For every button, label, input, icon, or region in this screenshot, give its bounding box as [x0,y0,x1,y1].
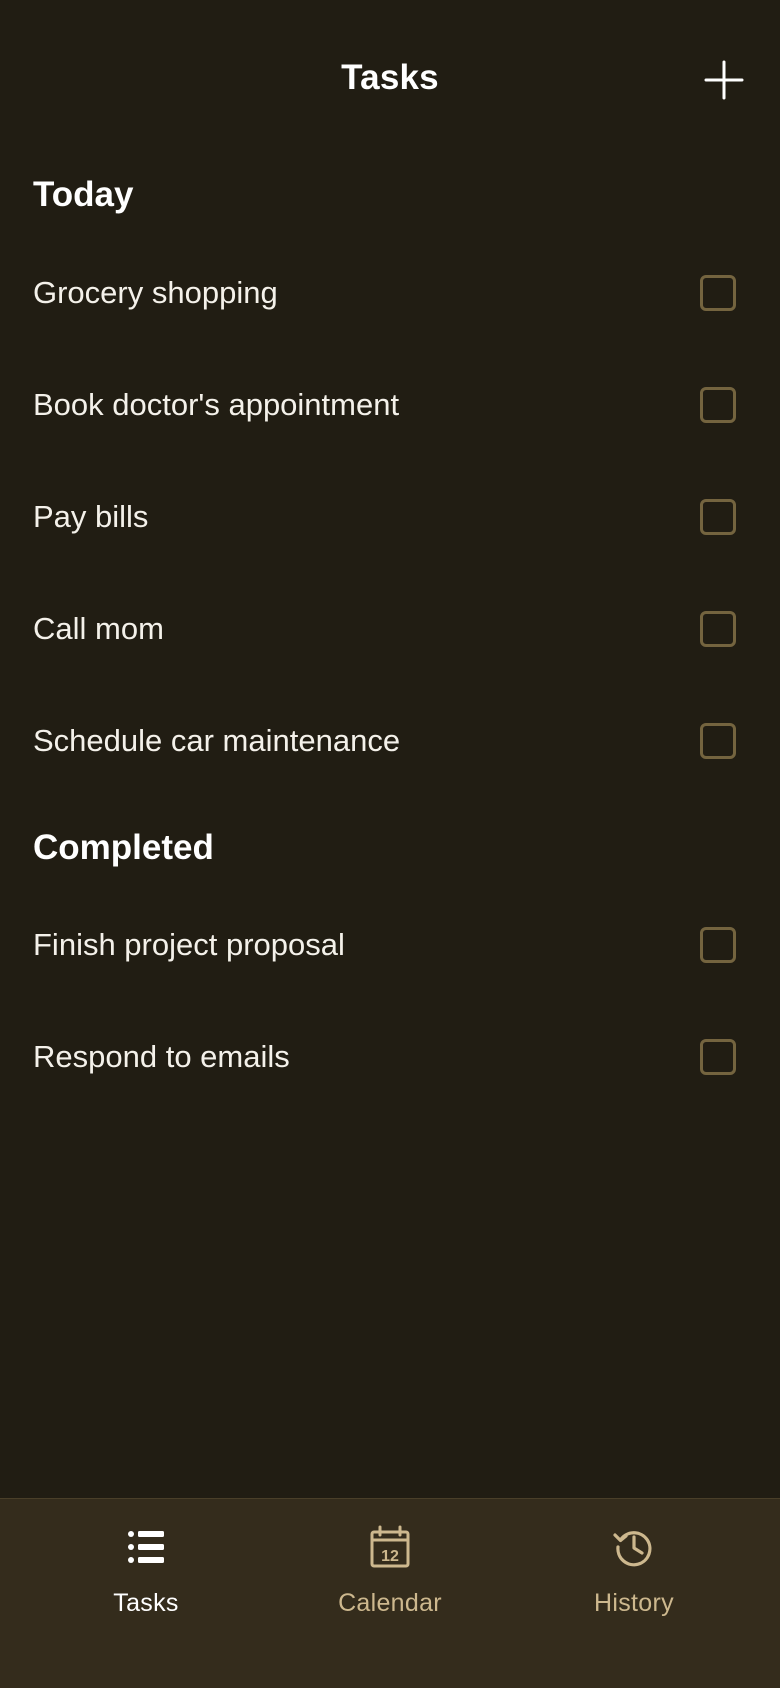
list-icon [128,1531,164,1563]
history-icon [613,1531,652,1567]
task-checkbox[interactable] [700,387,736,423]
task-row[interactable]: Respond to emails [0,1001,780,1113]
bottom-tab-bar: Tasks 12 Calendar History [0,1498,780,1688]
tab-label: Calendar [338,1589,442,1617]
task-checkbox[interactable] [700,275,736,311]
task-label: Grocery shopping [33,275,278,310]
task-row[interactable]: Schedule car maintenance [0,685,780,797]
task-row[interactable]: Book doctor's appointment [0,349,780,461]
task-checkbox[interactable] [700,611,736,647]
tab-label: History [594,1589,674,1617]
task-row[interactable]: Finish project proposal [0,889,780,1001]
section-heading-today: Today [33,175,134,214]
task-checkbox[interactable] [700,723,736,759]
task-label: Pay bills [33,499,149,534]
tab-label: Tasks [113,1589,179,1617]
tasks-screen: Tasks Today Grocery shopping Book doctor… [0,0,780,1688]
calendar-icon-day: 12 [381,1548,399,1565]
tab-tasks[interactable]: Tasks [24,1525,268,1645]
task-label: Respond to emails [33,1039,290,1074]
task-label: Schedule car maintenance [33,723,401,758]
tab-history[interactable]: History [512,1525,756,1645]
task-row[interactable]: Pay bills [0,461,780,573]
task-row[interactable]: Grocery shopping [0,237,780,349]
header: Tasks [0,0,780,155]
task-row[interactable]: Call mom [0,573,780,685]
calendar-icon: 12 [370,1525,410,1568]
today-task-list: Grocery shopping Book doctor's appointme… [0,237,780,797]
task-checkbox[interactable] [700,1039,736,1075]
section-heading-completed: Completed [33,828,214,867]
task-label: Call mom [33,611,164,646]
add-task-button[interactable] [700,56,748,104]
page-title: Tasks [341,58,439,97]
task-label: Book doctor's appointment [33,387,400,422]
task-checkbox[interactable] [700,927,736,963]
tab-calendar[interactable]: 12 Calendar [268,1525,512,1645]
task-checkbox[interactable] [700,499,736,535]
task-label: Finish project proposal [33,927,345,962]
completed-task-list: Finish project proposal Respond to email… [0,889,780,1113]
plus-icon [704,60,744,100]
